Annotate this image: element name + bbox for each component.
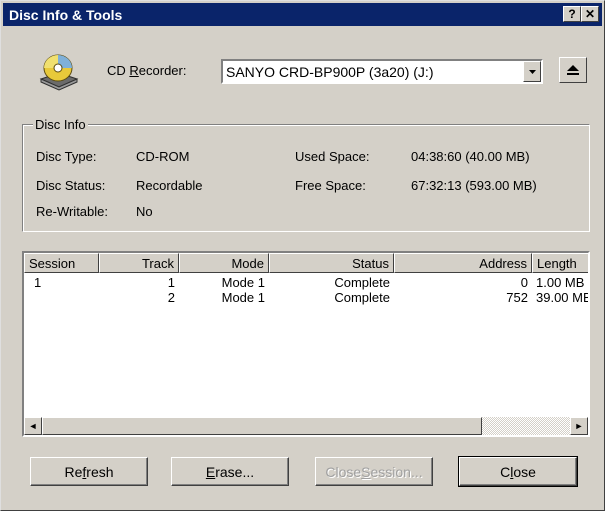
arrow-right-icon: ►	[574, 421, 584, 431]
disc-status-value: Recordable	[136, 178, 203, 193]
scrollbar-thumb[interactable]	[42, 417, 482, 435]
track-list-header: Session Track Mode Status Address Length	[24, 253, 588, 273]
cd-recorder-value: SANYO CRD-BP900P (3a20) (J:)	[226, 64, 434, 80]
cell-address: 752	[506, 290, 528, 305]
dropdown-button[interactable]	[523, 61, 541, 82]
column-header-address[interactable]: Address	[394, 253, 532, 273]
scroll-left-button[interactable]: ◄	[24, 417, 42, 435]
rewritable-label: Re-Writable:	[36, 204, 109, 219]
cell-status: Complete	[334, 290, 390, 305]
disc-info-title: Disc Info	[33, 117, 88, 132]
help-button[interactable]: ?	[563, 6, 581, 22]
track-list[interactable]: Session Track Mode Status Address Length…	[22, 251, 590, 437]
window-title: Disc Info & Tools	[9, 6, 123, 23]
scrollbar-track[interactable]	[482, 417, 570, 435]
free-space-label: Free Space:	[295, 178, 366, 193]
horizontal-scrollbar[interactable]: ◄ ►	[24, 417, 588, 435]
disc-type-value: CD-ROM	[136, 149, 190, 164]
cell-status: Complete	[334, 275, 390, 290]
close-window-button[interactable]: ✕	[581, 6, 599, 22]
cd-recorder-select[interactable]: SANYO CRD-BP900P (3a20) (J:)	[221, 59, 543, 84]
column-header-track[interactable]: Track	[99, 253, 179, 273]
disc-type-label: Disc Type:	[36, 149, 97, 164]
erase-button[interactable]: Erase...	[171, 457, 289, 486]
title-bar[interactable]: Disc Info & Tools ? ✕	[3, 3, 602, 26]
refresh-button[interactable]: Re f resh	[30, 457, 148, 486]
cell-length: 1.00 MB	[536, 275, 585, 290]
cell-track: 2	[167, 290, 175, 305]
scroll-right-button[interactable]: ►	[570, 417, 588, 435]
column-header-status[interactable]: Status	[269, 253, 394, 273]
cell-address: 0	[520, 275, 528, 290]
cell-length: 39.00 MB	[536, 290, 588, 305]
used-space-value: 04:38:60 (40.00 MB)	[411, 149, 530, 164]
disc-status-label: Disc Status:	[36, 178, 106, 193]
eject-icon	[567, 65, 579, 75]
cd-recorder-label: CD Recorder:	[107, 63, 187, 78]
cd-drive-icon	[39, 54, 79, 91]
column-header-length[interactable]: Length	[532, 253, 588, 273]
close-icon: ✕	[584, 7, 596, 21]
used-space-label: Used Space:	[295, 149, 370, 164]
close-session-button[interactable]: Close Session...	[315, 457, 433, 486]
cell-track: 1	[167, 275, 175, 290]
cell-mode: Mode 1	[221, 290, 265, 305]
free-space-value: 67:32:13 (593.00 MB)	[411, 178, 537, 193]
close-button[interactable]: Cl ose	[458, 456, 578, 487]
eject-button[interactable]	[559, 57, 587, 83]
column-header-mode[interactable]: Mode	[179, 253, 269, 273]
disc-info-dialog: Disc Info & Tools ? ✕ CD Recorder: SANYO…	[0, 0, 605, 511]
column-header-session[interactable]: Session	[24, 253, 99, 273]
cell-mode: Mode 1	[221, 275, 265, 290]
arrow-left-icon: ◄	[28, 421, 38, 431]
cell-session: 1	[34, 275, 42, 290]
chevron-down-icon	[528, 69, 536, 74]
rewritable-value: No	[136, 204, 153, 219]
